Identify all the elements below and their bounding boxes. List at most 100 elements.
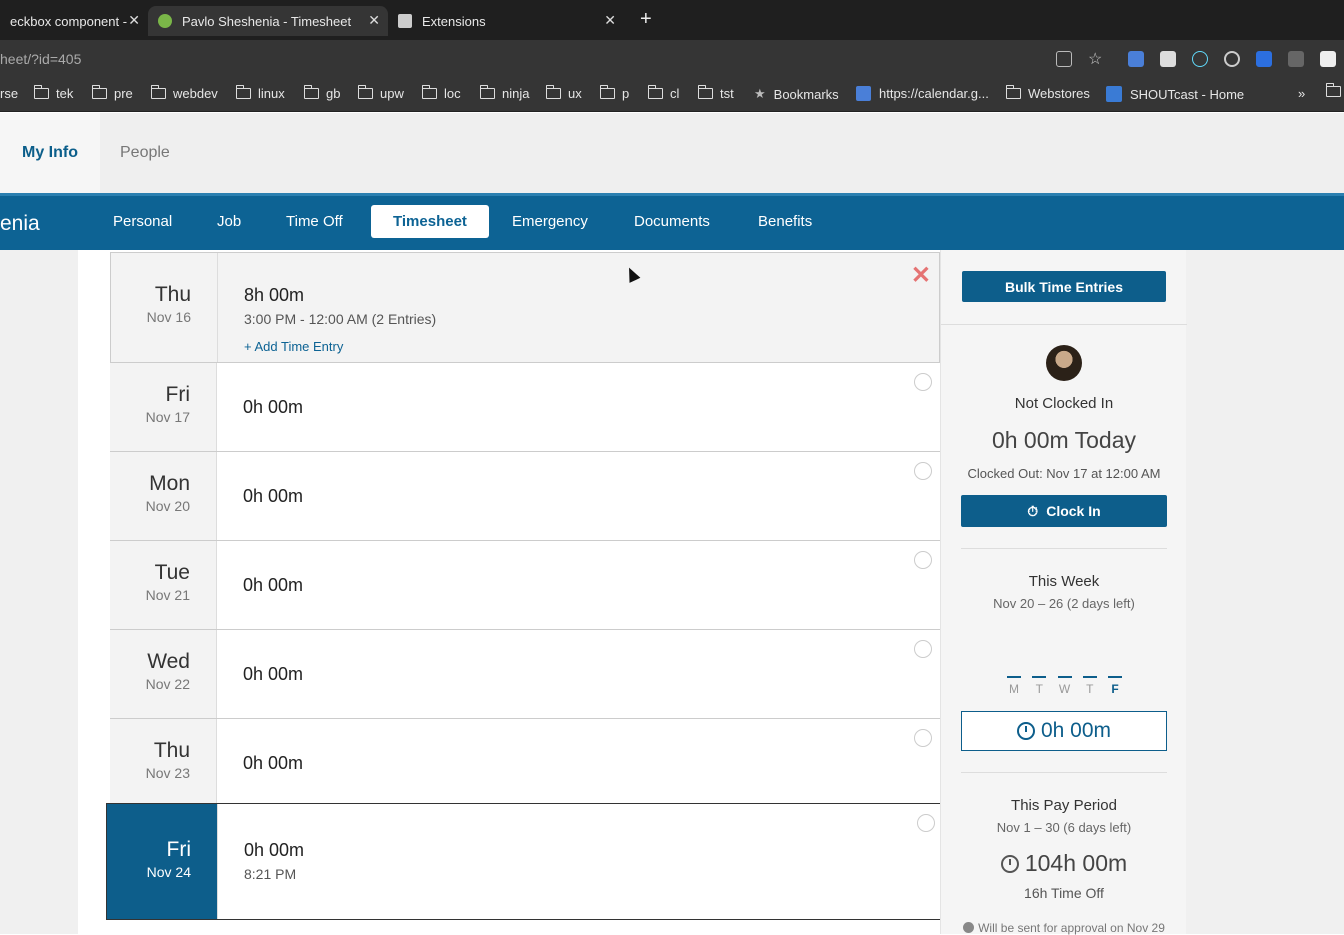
more-bookmarks-icon[interactable]: » (1298, 86, 1305, 101)
share-icon[interactable] (1056, 51, 1072, 67)
add-time-entry-link[interactable]: + Add Time Entry (244, 339, 343, 354)
tab-timesheet[interactable]: Timesheet (371, 205, 489, 238)
browser-tab-active[interactable]: Pavlo Sheshenia - Timesheet ✕ (148, 6, 388, 36)
bookmark-item[interactable]: ★ Bookmarks (754, 86, 839, 102)
clock-icon[interactable] (914, 373, 932, 391)
new-tab-icon[interactable]: + (640, 8, 652, 31)
puzzle-icon (398, 14, 412, 28)
bookmark-folder[interactable]: p (599, 85, 629, 101)
extension-icon[interactable] (1256, 51, 1272, 67)
day-entries: 8h 00m 3:00 PM - 12:00 AM (2 Entries) + … (217, 253, 939, 362)
bookmark-folder[interactable]: upw (357, 85, 404, 101)
folder-icon (421, 85, 437, 99)
bookmark-folder[interactable]: webdev (150, 85, 218, 101)
bookmark-folder[interactable]: cl (647, 85, 679, 101)
time-off-total: 16h Time Off (1024, 885, 1104, 901)
qr-icon[interactable] (1160, 51, 1176, 67)
bookmark-item[interactable]: SHOUTcast - Home (1106, 86, 1244, 102)
clocked-out-text: Clocked Out: Nov 17 at 12:00 AM (967, 466, 1161, 481)
week-day-label: T (1032, 676, 1047, 696)
clock-icon[interactable] (914, 640, 932, 658)
bookmark-folder[interactable]: ux (545, 85, 582, 101)
bookmark-folder[interactable]: ninja (479, 85, 529, 101)
week-range: Nov 20 – 26 (2 days left) (993, 596, 1135, 611)
puzzle-icon[interactable] (1320, 51, 1336, 67)
pay-period-range: Nov 1 – 30 (6 days left) (996, 820, 1132, 835)
day-row-today[interactable]: Fri Nov 24 0h 00m 8:21 PM (106, 803, 944, 920)
day-date: Nov 24 (146, 864, 191, 880)
tab-time-off[interactable]: Time Off (286, 213, 343, 230)
browser-tab[interactable]: Extensions ✕ (388, 6, 624, 36)
tab-benefits[interactable]: Benefits (758, 213, 812, 230)
clock-icon[interactable] (914, 551, 932, 569)
clock-icon[interactable] (914, 462, 932, 480)
day-row[interactable]: Wed Nov 22 0h 00m (110, 630, 940, 719)
address-bar[interactable]: heet/?id=405 ☆ (0, 40, 1344, 78)
bookmark-folder[interactable]: loc (421, 85, 461, 101)
close-icon[interactable]: ✕ (368, 12, 380, 29)
day-hours: 8h 00m (244, 285, 305, 305)
day-entries: 0h 00m (216, 719, 940, 807)
clock-icon[interactable] (917, 814, 935, 832)
tab-personal[interactable]: Personal (113, 213, 172, 230)
star-icon: ★ (754, 86, 766, 101)
tab-documents[interactable]: Documents (634, 213, 710, 230)
entry-detail: 3:00 PM - 12:00 AM (2 Entries) (244, 311, 437, 327)
day-column: Wed Nov 22 (110, 630, 216, 718)
browser-tab-strip: eckbox component - ✕ Pavlo Sheshenia - T… (0, 0, 1344, 40)
bookmark-item[interactable]: https://calendar.g... (856, 86, 989, 101)
tab-emergency[interactable]: Emergency (512, 213, 588, 230)
translate-icon[interactable] (1128, 51, 1144, 67)
day-row[interactable]: Mon Nov 20 0h 00m (110, 452, 940, 541)
approval-note: Will be sent for approval on Nov 29 (941, 921, 1187, 935)
bookmark-folder[interactable]: linux (235, 85, 285, 101)
nav-people[interactable]: People (120, 144, 170, 162)
avatar (1046, 345, 1082, 381)
browser-tab[interactable]: eckbox component - ✕ (0, 6, 148, 36)
day-row[interactable]: Tue Nov 21 0h 00m (110, 541, 940, 630)
week-day-label: M (1007, 676, 1021, 696)
bulk-time-entries-button[interactable]: Bulk Time Entries (962, 271, 1166, 302)
b-extension-icon[interactable] (1288, 51, 1304, 67)
react-icon[interactable] (1192, 51, 1208, 67)
week-total: 0h 00m (1040, 719, 1112, 742)
week-title: This Week (1028, 573, 1100, 590)
bookmark-item[interactable]: rse (0, 86, 18, 101)
day-hours: 0h 00m (243, 753, 304, 773)
week-day-label-today: F (1108, 676, 1122, 696)
record-icon[interactable] (1224, 51, 1240, 67)
clock-icon[interactable] (914, 729, 932, 747)
folder-icon (1325, 83, 1341, 97)
day-row[interactable]: Thu Nov 23 0h 00m (110, 719, 940, 808)
bookmark-folder[interactable]: gb (303, 85, 340, 101)
bookmark-folder[interactable]: tek (33, 85, 73, 101)
tab-job[interactable]: Job (217, 213, 241, 230)
bookmark-folder[interactable]: Webstores (1005, 85, 1090, 101)
day-date: Nov 22 (145, 676, 190, 692)
close-icon[interactable]: ✕ (128, 12, 140, 29)
bookmark-folder[interactable]: pre (91, 85, 133, 101)
close-icon[interactable]: ✕ (911, 261, 931, 290)
day-column: Thu Nov 23 (110, 719, 216, 807)
folder-icon (647, 85, 663, 99)
bookmark-folder[interactable] (1325, 83, 1344, 97)
nav-my-info[interactable]: My Info (0, 113, 100, 193)
bookmark-folder[interactable]: tst (697, 85, 734, 101)
week-total-box: 0h 00m (961, 711, 1167, 751)
check-icon (963, 922, 975, 933)
folder-icon (1005, 85, 1021, 99)
pay-period-total: 104h 00m (1024, 850, 1128, 876)
folder-icon (150, 85, 166, 99)
close-icon[interactable]: ✕ (604, 12, 616, 29)
bamboohr-favicon-icon (158, 14, 172, 28)
day-row-expanded[interactable]: Thu Nov 16 8h 00m 3:00 PM - 12:00 AM (2 … (110, 252, 940, 363)
page-body: Thu Nov 16 8h 00m 3:00 PM - 12:00 AM (2 … (0, 250, 1344, 935)
clock-icon (1000, 854, 1019, 873)
clock-in-button[interactable]: ⏱ Clock In (961, 495, 1167, 527)
day-column: Tue Nov 21 (110, 541, 216, 629)
star-icon[interactable]: ☆ (1088, 49, 1104, 68)
day-hours: 0h 00m (243, 575, 304, 595)
day-row[interactable]: Fri Nov 17 0h 00m (110, 363, 940, 452)
divider (961, 548, 1167, 549)
day-name: Mon (149, 472, 190, 495)
